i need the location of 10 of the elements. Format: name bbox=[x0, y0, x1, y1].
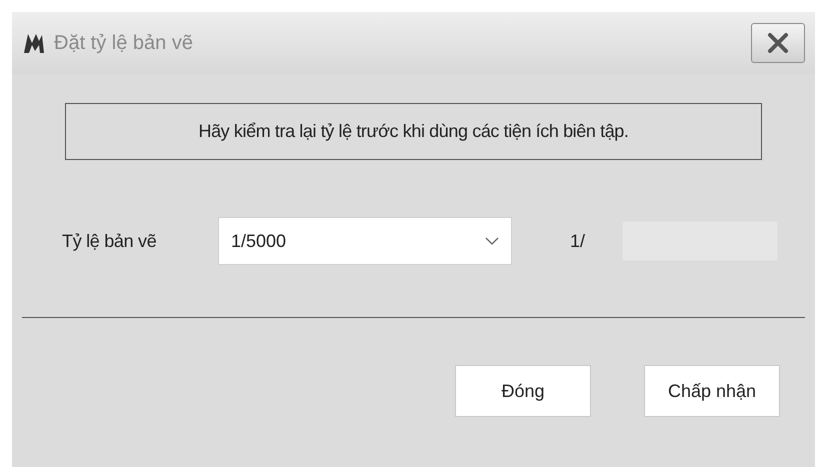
close-icon bbox=[765, 32, 791, 54]
dialog-button[interactable]: Chấp nhận bbox=[644, 365, 780, 417]
scale-dropdown[interactable]: 1/5000 bbox=[218, 217, 512, 265]
scale-label: Tỷ lệ bản vẽ bbox=[62, 230, 158, 253]
window-title: Đặt tỷ lệ bản vẽ bbox=[54, 31, 193, 56]
chevron-down-icon bbox=[485, 237, 499, 245]
close-button[interactable] bbox=[751, 23, 805, 63]
dialog-button[interactable]: Đóng bbox=[455, 365, 591, 417]
scale-prefix: 1/ bbox=[570, 230, 586, 252]
message-text: Hãy kiểm tra lại tỷ lệ trước khi dùng các tiện ích biên tập. bbox=[65, 103, 762, 160]
